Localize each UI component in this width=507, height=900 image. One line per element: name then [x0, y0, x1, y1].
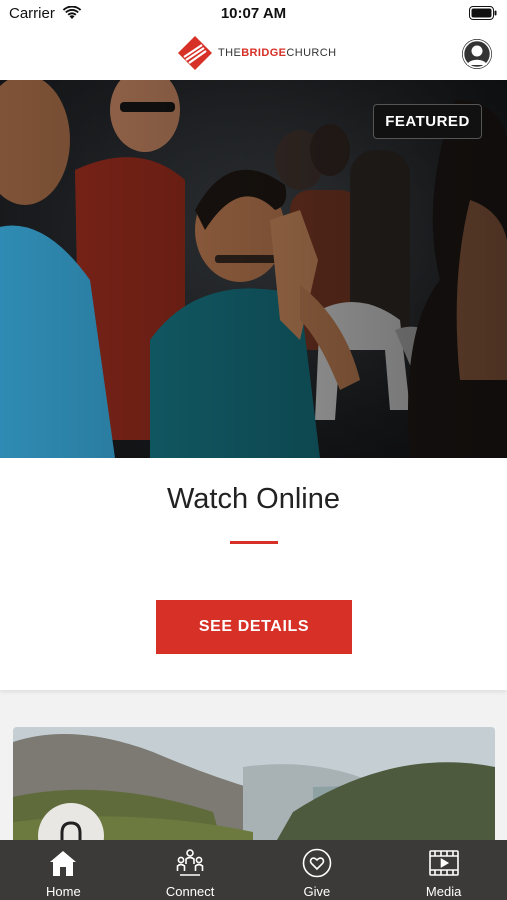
featured-hero-image[interactable]: FEATURED [0, 80, 507, 458]
bottom-tab-bar: Home Connect Give Media [0, 840, 507, 900]
tab-give[interactable]: Give [254, 840, 381, 900]
tab-home[interactable]: Home [0, 840, 127, 900]
bridge-logo-icon [178, 36, 212, 70]
tab-connect[interactable]: Connect [127, 840, 254, 900]
status-time: 10:07 AM [220, 5, 287, 22]
tab-connect-label: Connect [165, 884, 215, 899]
heart-icon [302, 848, 332, 878]
film-icon [428, 850, 459, 876]
battery-icon [469, 6, 497, 20]
featured-title: Watch Online [167, 483, 340, 515]
logo-text-suffix: CHURCH [286, 47, 337, 59]
tab-media-label: Media [425, 884, 462, 899]
church-logo[interactable]: THEBRIDGECHURCH [177, 33, 336, 73]
app-header: THEBRIDGECHURCH [0, 30, 507, 80]
user-avatar-icon [462, 39, 492, 69]
people-icon [176, 849, 204, 876]
tab-media[interactable]: Media [380, 840, 507, 900]
logo-text-prefix: THE [218, 47, 242, 59]
tab-home-label: Home [46, 884, 81, 899]
tab-give-label: Give [303, 884, 331, 899]
logo-text: THEBRIDGECHURCH [218, 47, 336, 59]
status-bar: Carrier 10:07 AM [0, 0, 507, 30]
home-icon [50, 851, 77, 876]
featured-badge: FEATURED [373, 104, 482, 139]
profile-button[interactable] [462, 39, 492, 69]
featured-card: Watch Online SEE DETAILS [0, 458, 507, 690]
title-underline [230, 541, 278, 544]
logo-text-bold: BRIDGE [241, 47, 287, 59]
see-details-button[interactable]: SEE DETAILS [156, 600, 352, 654]
